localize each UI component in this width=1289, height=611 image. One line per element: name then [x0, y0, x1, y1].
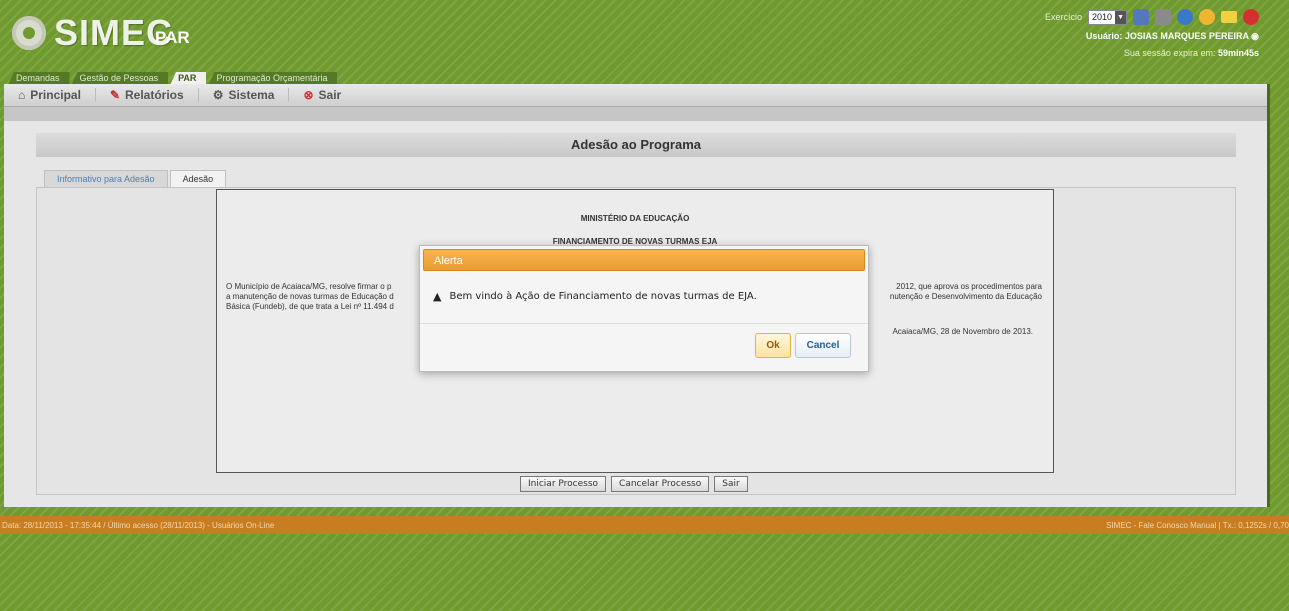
modal-overlay: Alerta ▲ Bem vindo à Ação de Financiamen…	[0, 0, 1289, 611]
alert-message-row: ▲ Bem vindo à Ação de Financiamento de n…	[433, 290, 757, 303]
alert-message: Bem vindo à Ação de Financiamento de nov…	[449, 291, 757, 302]
cancel-button[interactable]: Cancel	[795, 333, 851, 358]
ok-button[interactable]: Ok	[755, 333, 791, 358]
dialog-divider	[420, 323, 868, 324]
alert-dialog-title: Alerta	[423, 249, 865, 271]
alert-dialog: Alerta ▲ Bem vindo à Ação de Financiamen…	[419, 245, 869, 372]
warning-icon: ▲	[433, 290, 442, 303]
